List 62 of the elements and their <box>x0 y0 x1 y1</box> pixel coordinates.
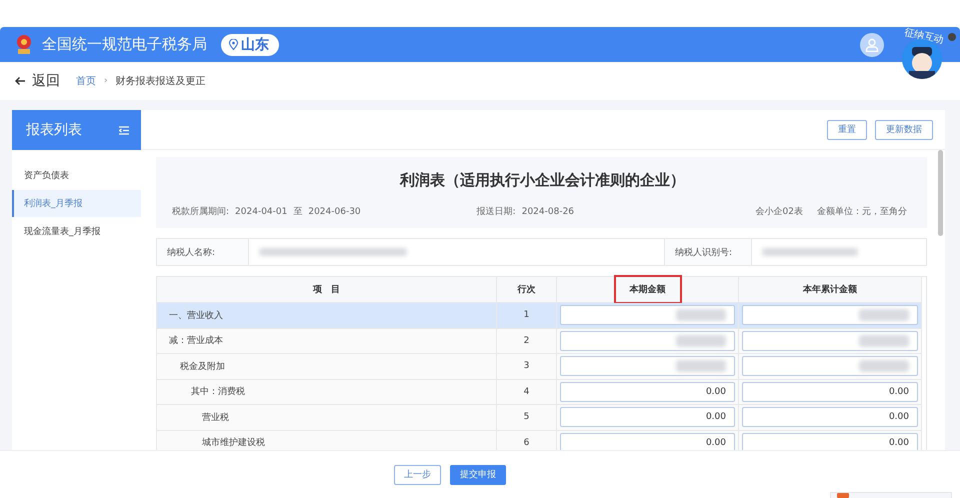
notification-dot <box>948 33 956 41</box>
amount-field[interactable] <box>560 330 735 351</box>
back-arrow-icon <box>14 76 26 86</box>
column-header: 项 目 <box>157 277 497 303</box>
amount-field[interactable] <box>560 356 735 376</box>
form-code: 会小企02表 <box>756 206 803 218</box>
taxpayer-name-label: 纳税人名称: <box>157 239 249 265</box>
amount-unit: 金额单位：元，至角分 <box>817 206 907 218</box>
line-number-cell: 3 <box>497 354 557 380</box>
site-title: 全国统一规范电子税务局 <box>42 35 207 54</box>
taxpayer-id-label: 纳税人识别号: <box>664 239 752 265</box>
item-cell[interactable]: 税金及附加 <box>157 354 497 380</box>
widget-icon <box>837 493 849 498</box>
emblem-icon <box>14 34 34 56</box>
period-to: 2024-06-30 <box>308 206 361 216</box>
line-number-cell: 4 <box>497 380 557 405</box>
item-cell[interactable]: 减：营业成本 <box>157 328 497 354</box>
amount-field[interactable]: 0.00 <box>742 407 918 428</box>
line-number-cell: 1 <box>497 303 557 328</box>
breadcrumb-link[interactable]: 首页 <box>76 74 96 88</box>
period-label: 税款所属期间: <box>172 206 230 218</box>
footer-button[interactable]: 上一步 <box>394 464 441 484</box>
toolbar-button[interactable]: 更新数据 <box>875 120 933 140</box>
date-label: 报送日期: <box>476 206 516 218</box>
item-cell[interactable]: 一、营业收入 <box>157 303 497 328</box>
amount-field[interactable]: 0.00 <box>560 432 735 450</box>
sidebar-item[interactable]: 资产负债表 <box>12 162 141 189</box>
column-header: 本期金额 <box>557 277 739 303</box>
report-date: 2024-08-26 <box>522 206 574 216</box>
amount-field[interactable]: 0.00 <box>560 407 735 428</box>
sidebar-item[interactable]: 利润表_月季报 <box>12 190 141 217</box>
report-title: 利润表（适用执行小企业会计准则的企业） <box>398 171 686 190</box>
region-selector[interactable]: 山东 <box>221 34 279 56</box>
amount-field[interactable]: 0.00 <box>742 432 918 450</box>
back-link[interactable]: 返回 <box>14 72 60 90</box>
sidebar-item[interactable]: 现金流量表_月季报 <box>12 218 141 245</box>
user-avatar-icon[interactable] <box>860 32 884 56</box>
item-cell[interactable]: 其中：消费税 <box>157 380 497 405</box>
period-separator: 至 <box>293 206 302 218</box>
location-pin-icon <box>229 39 238 50</box>
floating-widget[interactable] <box>830 492 952 498</box>
line-number-cell: 5 <box>497 405 557 430</box>
period-from: 2024-04-01 <box>235 206 288 216</box>
amount-field[interactable] <box>742 305 918 326</box>
collapse-menu-icon[interactable] <box>119 126 129 134</box>
amount-field[interactable]: 0.00 <box>742 382 918 402</box>
toolbar-button[interactable]: 重置 <box>827 120 867 140</box>
scrollbar-thumb[interactable] <box>938 150 943 236</box>
amount-field[interactable] <box>742 356 918 376</box>
breadcrumb-current: 财务报表报送及更正 <box>116 74 206 88</box>
column-header: 本年累计金额 <box>739 277 922 303</box>
breadcrumb-separator: › <box>104 76 108 86</box>
footer-button[interactable]: 提交申报 <box>450 464 506 484</box>
amount-field[interactable] <box>560 305 735 326</box>
line-number-cell: 6 <box>497 430 557 450</box>
item-cell[interactable]: 城市维护建设税 <box>157 430 497 450</box>
column-header: 行次 <box>497 277 557 303</box>
amount-field[interactable]: 0.00 <box>560 382 735 402</box>
item-cell[interactable]: 营业税 <box>157 405 497 430</box>
line-number-cell: 2 <box>497 328 557 354</box>
amount-field[interactable] <box>742 330 918 351</box>
sidebar-title: 报表列表 <box>26 121 82 139</box>
